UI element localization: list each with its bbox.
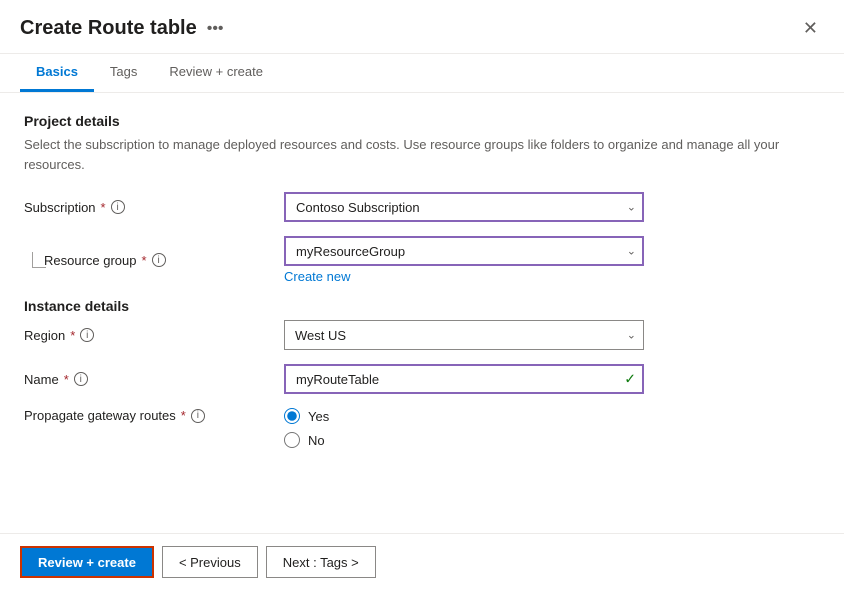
resource-group-label-cell: Resource group * i [44, 253, 284, 268]
name-required: * [64, 372, 69, 387]
name-input-wrapper: ✓ [284, 364, 644, 394]
previous-button[interactable]: < Previous [162, 546, 258, 578]
project-details-desc: Select the subscription to manage deploy… [24, 135, 820, 174]
region-label-cell: Region * i [24, 328, 284, 343]
tab-review-create[interactable]: Review + create [153, 54, 279, 92]
name-row: Name * i ✓ [24, 364, 820, 394]
resource-group-info-icon[interactable]: i [152, 253, 166, 267]
resource-group-row: Resource group * i myResourceGroup ⌄ Cre… [24, 236, 820, 284]
footer: Review + create < Previous Next : Tags > [0, 533, 844, 590]
name-label: Name [24, 372, 59, 387]
propagate-radio-group: Yes No [284, 408, 820, 448]
indent-spacer [24, 252, 44, 268]
region-select-wrapper: West US ⌄ [284, 320, 644, 350]
name-label-cell: Name * i [24, 372, 284, 387]
subscription-control: Contoso Subscription ⌄ [284, 192, 820, 222]
close-button[interactable]: ✕ [797, 16, 824, 41]
subscription-select[interactable]: Contoso Subscription [284, 192, 644, 222]
tab-bar: Basics Tags Review + create [0, 54, 844, 93]
instance-details-section: Instance details [24, 298, 820, 314]
propagate-yes-option[interactable]: Yes [284, 408, 820, 424]
name-control: ✓ [284, 364, 820, 394]
resource-group-label: Resource group [44, 253, 137, 268]
subscription-required: * [101, 200, 106, 215]
region-label: Region [24, 328, 65, 343]
subscription-label-cell: Subscription * i [24, 200, 284, 215]
panel-title-row: Create Route table ••• [20, 17, 224, 40]
tab-basics[interactable]: Basics [20, 54, 94, 92]
project-details-title: Project details [24, 113, 820, 129]
next-button[interactable]: Next : Tags > [266, 546, 376, 578]
create-new-resource-group-link[interactable]: Create new [284, 269, 820, 284]
subscription-label: Subscription [24, 200, 96, 215]
region-select[interactable]: West US [284, 320, 644, 350]
resource-group-select-wrapper: myResourceGroup ⌄ [284, 236, 644, 266]
name-info-icon[interactable]: i [74, 372, 88, 386]
resource-group-select[interactable]: myResourceGroup [284, 236, 644, 266]
review-create-button[interactable]: Review + create [20, 546, 154, 578]
subscription-info-icon[interactable]: i [111, 200, 125, 214]
name-input[interactable] [284, 364, 644, 394]
region-info-icon[interactable]: i [80, 328, 94, 342]
panel-header: Create Route table ••• ✕ [0, 0, 844, 54]
name-check-icon: ✓ [624, 371, 636, 388]
panel-title: Create Route table [20, 17, 197, 40]
resource-group-control: myResourceGroup ⌄ Create new [284, 236, 820, 284]
tab-tags[interactable]: Tags [94, 54, 153, 92]
propagate-gateway-routes-row: Propagate gateway routes * i Yes No [24, 408, 820, 448]
propagate-info-icon[interactable]: i [191, 409, 205, 423]
propagate-control: Yes No [284, 408, 820, 448]
region-row: Region * i West US ⌄ [24, 320, 820, 350]
propagate-no-option[interactable]: No [284, 432, 820, 448]
propagate-no-radio[interactable] [284, 432, 300, 448]
propagate-yes-label: Yes [308, 409, 329, 424]
propagate-no-label: No [308, 433, 325, 448]
instance-details-title: Instance details [24, 298, 820, 314]
propagate-label-cell: Propagate gateway routes * i [24, 408, 284, 423]
subscription-row: Subscription * i Contoso Subscription ⌄ [24, 192, 820, 222]
propagate-label: Propagate gateway routes [24, 408, 176, 423]
form-content: Project details Select the subscription … [0, 93, 844, 533]
create-route-table-panel: Create Route table ••• ✕ Basics Tags Rev… [0, 0, 844, 590]
propagate-required: * [181, 408, 186, 423]
region-required: * [70, 328, 75, 343]
resource-group-required: * [142, 253, 147, 268]
more-options-icon[interactable]: ••• [207, 20, 224, 38]
propagate-yes-radio[interactable] [284, 408, 300, 424]
region-control: West US ⌄ [284, 320, 820, 350]
subscription-select-wrapper: Contoso Subscription ⌄ [284, 192, 644, 222]
